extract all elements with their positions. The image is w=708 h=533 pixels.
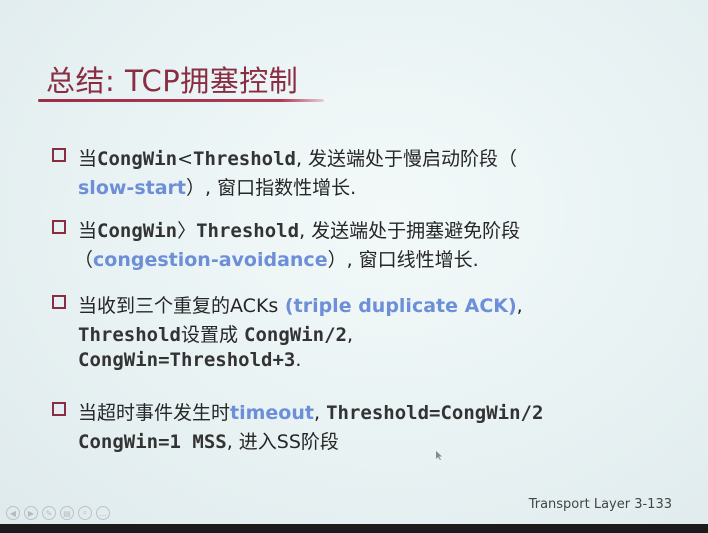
text-segment: , 发送端处于慢启动阶段（ (295, 148, 518, 170)
text-segment: CongWin (97, 148, 178, 170)
text-segment: slow-start (78, 177, 186, 199)
bullet-marker (52, 295, 66, 309)
text-segment: 当 (78, 148, 98, 170)
bullet-line: （congestion-avoidance）, 窗口线性增长. (74, 245, 479, 272)
slide: 总结: TCP拥塞控制 当CongWin<Threshold, 发送端处于慢启动… (0, 0, 708, 524)
bullet-line: 当超时事件发生时timeout, Threshold=CongWin/2 (78, 398, 543, 425)
text-segment: Threshold (196, 220, 300, 242)
bullet-line: 当收到三个重复的ACKs (triple duplicate ACK), (78, 291, 523, 318)
bullet-line: slow-start）, 窗口指数性增长. (78, 173, 356, 200)
text-segment: , 发送端处于拥塞避免阶段 (299, 220, 521, 242)
menu-icon[interactable]: ▤ (60, 506, 74, 520)
slide-title: 总结: TCP拥塞控制 (46, 64, 299, 98)
bullet-marker (52, 402, 66, 416)
text-segment: < (177, 148, 194, 170)
text-segment: , (516, 295, 523, 317)
text-segment: ）, 窗口线性增长. (327, 249, 479, 271)
bullet-line: 当CongWin〉Threshold, 发送端处于拥塞避免阶段 (78, 216, 520, 243)
text-segment: , 进入SS阶段 (226, 431, 339, 453)
bullet-line: CongWin=Threshold+3. (78, 349, 301, 371)
text-segment: ）, 窗口指数性增长. (185, 177, 357, 199)
text-segment: , (346, 324, 353, 346)
bullet-line: CongWin=1 MSS, 进入SS阶段 (78, 427, 339, 454)
bullet-marker (52, 148, 66, 162)
text-segment: 当收到三个重复的 (78, 295, 231, 317)
text-segment: congestion-avoidance (93, 249, 328, 271)
title-underline (38, 99, 324, 102)
text-segment: 当超时事件发生时 (78, 402, 231, 424)
bullet-marker (52, 220, 66, 234)
mouse-cursor-icon (436, 451, 442, 460)
text-segment: CongWin=Threshold+3 (78, 349, 296, 371)
text-segment: Threshold=CongWin/2 (326, 402, 544, 424)
slide-footer: Transport Layer 3-133 (528, 497, 672, 512)
text-segment: Threshold (78, 324, 181, 346)
text-segment: （ (74, 249, 94, 271)
text-segment: Threshold (193, 148, 296, 170)
more-icon[interactable]: … (96, 506, 110, 520)
text-segment: 设置成 (180, 324, 244, 346)
text-segment: . (295, 349, 302, 371)
bullet-line: 当CongWin<Threshold, 发送端处于慢启动阶段（ (78, 144, 517, 171)
text-segment: timeout (230, 402, 314, 424)
text-segment: CongWin=1 MSS (78, 431, 227, 453)
text-segment: , (313, 402, 327, 424)
next-icon[interactable]: ▶ (24, 506, 38, 520)
presentation-controls: ◀ ▶ ✎ ▤ ⌕ … (6, 506, 110, 522)
prev-icon[interactable]: ◀ (6, 506, 20, 520)
zoom-icon[interactable]: ⌕ (78, 506, 92, 520)
text-segment: 〉 (177, 220, 197, 242)
text-segment: 当 (78, 220, 98, 242)
bullet-line: Threshold设置成 CongWin/2, (78, 320, 353, 347)
text-segment: (triple duplicate ACK) (278, 295, 517, 317)
pen-icon[interactable]: ✎ (42, 506, 56, 520)
text-segment: CongWin/2 (244, 324, 347, 346)
text-segment: CongWin (97, 220, 178, 242)
text-segment: ACKs (230, 295, 279, 317)
